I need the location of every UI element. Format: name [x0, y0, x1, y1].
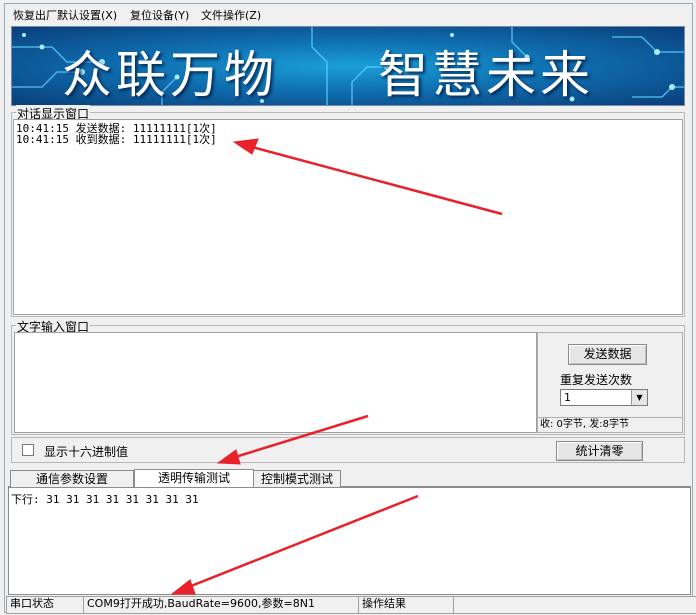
status-port-label: 串口状态: [6, 596, 88, 614]
tab-control-mode[interactable]: 控制模式测试: [253, 470, 341, 488]
downlink-text: 下行: 31 31 31 31 31 31 31 31: [11, 493, 199, 506]
dialog-line: 10:41:15 收到数据: 11111111[1次]: [16, 133, 217, 146]
byte-counter: 收: 0字节, 发:8字节: [538, 417, 682, 432]
status-port-message: COM9打开成功,BaudRate=9600,参数=8N1: [83, 596, 363, 614]
menu-reset-device[interactable]: 复位设备(Y): [130, 7, 189, 23]
menu-factory-reset[interactable]: 恢复出厂默认设置(X): [13, 7, 117, 23]
dialog-display[interactable]: 10:41:15 发送数据: 11111111[1次] 10:41:15 收到数…: [13, 119, 683, 315]
menu-bar: 恢复出厂默认设置(X) 复位设备(Y) 文件操作(Z): [5, 4, 692, 23]
banner-slogan-right: 智慧未来: [378, 46, 594, 104]
hex-checkbox[interactable]: [22, 444, 34, 456]
repeat-count-label: 重复发送次数: [560, 373, 633, 387]
send-data-button[interactable]: 发送数据: [568, 344, 647, 365]
chevron-down-icon[interactable]: ▼: [631, 390, 647, 405]
tab-transparent-transmission[interactable]: 透明传输测试: [134, 469, 254, 488]
hex-checkbox-label: 显示十六进制值: [44, 445, 129, 459]
status-result-value: [453, 596, 696, 614]
repeat-count-value: 1: [564, 391, 571, 404]
banner-image: 众联万物 智慧未来: [11, 26, 685, 106]
status-result-label: 操作结果: [358, 596, 458, 614]
banner-slogan-left: 众联万物: [62, 46, 278, 104]
tab-comm-params[interactable]: 通信参数设置: [10, 470, 134, 488]
repeat-count-select[interactable]: 1 ▼: [560, 389, 648, 406]
clear-stats-button[interactable]: 统计清零: [556, 441, 643, 461]
text-input-field[interactable]: [14, 332, 537, 433]
menu-file-operations[interactable]: 文件操作(Z): [201, 7, 261, 23]
downlink-panel[interactable]: 下行: 31 31 31 31 31 31 31 31: [8, 487, 691, 595]
